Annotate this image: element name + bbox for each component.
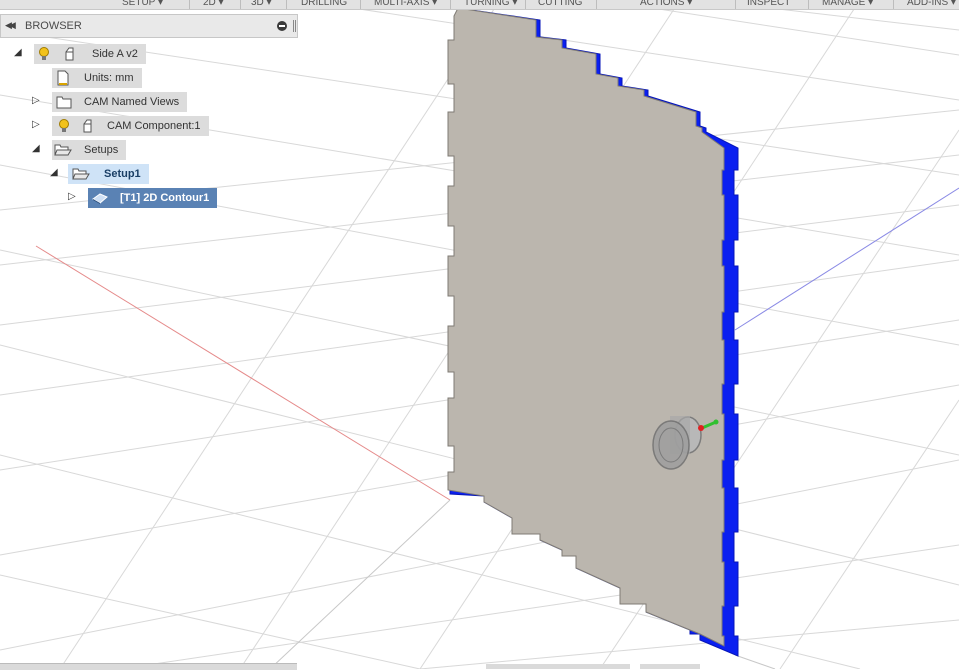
collapse-triangle-icon[interactable]: ◢ (50, 167, 58, 178)
folder-icon (56, 96, 72, 109)
tree-item-label: CAM Named Views (52, 92, 188, 112)
toolbar-menubar: SETUP ▾ 2D ▾ 3D ▾ DRILLING MULTI-AXIS ▾ … (0, 0, 959, 10)
menu-separator (450, 0, 451, 9)
tree-item-units[interactable]: Units: mm (52, 68, 152, 88)
tree-item-label: Side A v2 (34, 44, 146, 64)
component-icon (65, 47, 74, 61)
setup-folder-icon (54, 144, 72, 156)
menu-separator (189, 0, 190, 9)
contour-operation-icon (92, 193, 108, 204)
tree-item-label: CAM Component:1 (52, 116, 209, 136)
collapse-triangle-icon[interactable]: ◢ (32, 143, 40, 154)
menu-2d[interactable]: 2D ▾ (203, 0, 224, 8)
menu-separator (808, 0, 809, 9)
browser-title: BROWSER (25, 20, 82, 32)
expand-triangle-icon[interactable]: ▷ (32, 95, 40, 106)
menu-drilling[interactable]: DRILLING (301, 0, 347, 8)
expand-triangle-icon[interactable]: ▷ (32, 119, 40, 130)
document-icon (57, 70, 69, 86)
double-left-arrow-icon[interactable]: ◀◀ (5, 20, 16, 31)
tree-item-2d-contour[interactable]: [T1] 2D Contour1 ▷ (66, 188, 226, 208)
menu-separator (286, 0, 287, 9)
bottom-toolbar (640, 664, 700, 669)
menu-cutting[interactable]: CUTTING (538, 0, 582, 8)
menu-add-ins[interactable]: ADD-INS ▾ (907, 0, 956, 8)
menu-separator (735, 0, 736, 9)
menu-actions[interactable]: ACTIONS ▾ (640, 0, 692, 8)
menu-multi-axis[interactable]: MULTI-AXIS ▾ (374, 0, 437, 8)
menu-separator (525, 0, 526, 9)
menu-separator (360, 0, 361, 9)
tree-item-root[interactable]: Side A v2 ◢ (14, 44, 154, 64)
lightbulb-icon[interactable] (38, 47, 50, 61)
tree-item-cam-component[interactable]: CAM Component:1 ▷ (30, 116, 210, 136)
menu-separator (893, 0, 894, 9)
tree-item-setups[interactable]: Setups ◢ (30, 140, 140, 160)
lightbulb-icon[interactable] (58, 119, 70, 133)
tree-item-setup1[interactable]: Setup1 ◢ (48, 164, 158, 184)
minus-circle-icon[interactable] (277, 21, 287, 31)
expand-triangle-icon[interactable]: ▷ (68, 191, 76, 202)
panel-grip-icon[interactable] (293, 20, 296, 32)
setup-icon (72, 168, 90, 180)
bottom-toolbar (486, 664, 630, 669)
menu-turning[interactable]: TURNING ▾ (464, 0, 517, 8)
menu-separator (596, 0, 597, 9)
collapse-triangle-icon[interactable]: ◢ (14, 47, 22, 58)
menu-3d[interactable]: 3D ▾ (251, 0, 272, 8)
part-side-a[interactable] (447, 7, 739, 657)
menu-manage[interactable]: MANAGE ▾ (822, 0, 873, 8)
tree-item-cam-named-views[interactable]: CAM Named Views ▷ (30, 92, 190, 112)
menu-setup[interactable]: SETUP ▾ (122, 0, 163, 8)
component-icon (83, 119, 92, 133)
browser-panel-header: ◀◀ BROWSER (0, 14, 298, 38)
menu-separator (240, 0, 241, 9)
menu-inspect[interactable]: INSPECT (747, 0, 790, 8)
